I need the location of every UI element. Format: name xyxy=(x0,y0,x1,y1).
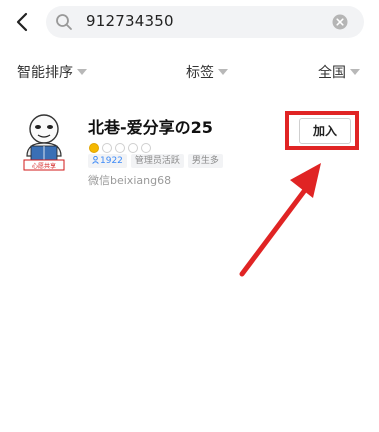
tag-admin-active: 管理员活跃 xyxy=(130,154,184,168)
tag-male-majority: 男生多 xyxy=(187,154,223,168)
filter-sort-label: 智能排序 xyxy=(17,65,73,81)
member-count-badge: 1922 xyxy=(88,154,127,168)
filter-bar: 智能排序 标签 全国 xyxy=(0,62,379,88)
search-icon xyxy=(56,14,72,30)
filter-region-label: 全国 xyxy=(318,65,346,81)
search-box[interactable]: 912734350 xyxy=(46,6,364,38)
level-indicator xyxy=(89,138,154,153)
top-bar: 912734350 xyxy=(0,0,379,44)
filter-tags[interactable]: 标签 xyxy=(186,62,228,82)
back-arrow-icon[interactable] xyxy=(12,11,34,33)
join-button[interactable]: 加入 xyxy=(299,118,351,144)
level-coin-icon xyxy=(128,143,138,153)
member-count: 1922 xyxy=(100,156,123,166)
clear-icon[interactable] xyxy=(332,14,348,30)
wechat-id: 微信beixiang68 xyxy=(88,174,172,187)
dropdown-triangle-icon xyxy=(218,69,228,75)
person-icon xyxy=(92,156,99,164)
level-coin-icon xyxy=(141,143,151,153)
level-coin-icon xyxy=(102,143,112,153)
filter-region[interactable]: 全国 xyxy=(318,62,360,82)
search-input[interactable]: 912734350 xyxy=(86,12,174,30)
dropdown-triangle-icon xyxy=(350,69,360,75)
join-button-highlight: 加入 xyxy=(285,111,359,150)
filter-tags-label: 标签 xyxy=(186,65,214,81)
group-avatar: 心愿共享 xyxy=(23,114,65,171)
group-tags: 1922 管理员活跃 男生多 xyxy=(88,154,227,168)
level-coin-icon xyxy=(89,143,99,153)
dropdown-triangle-icon xyxy=(77,69,87,75)
group-name: 北巷-爱分享の25 xyxy=(88,118,213,137)
level-coin-icon xyxy=(115,143,125,153)
avatar-caption: 心愿共享 xyxy=(32,162,56,170)
filter-sort[interactable]: 智能排序 xyxy=(17,62,87,82)
